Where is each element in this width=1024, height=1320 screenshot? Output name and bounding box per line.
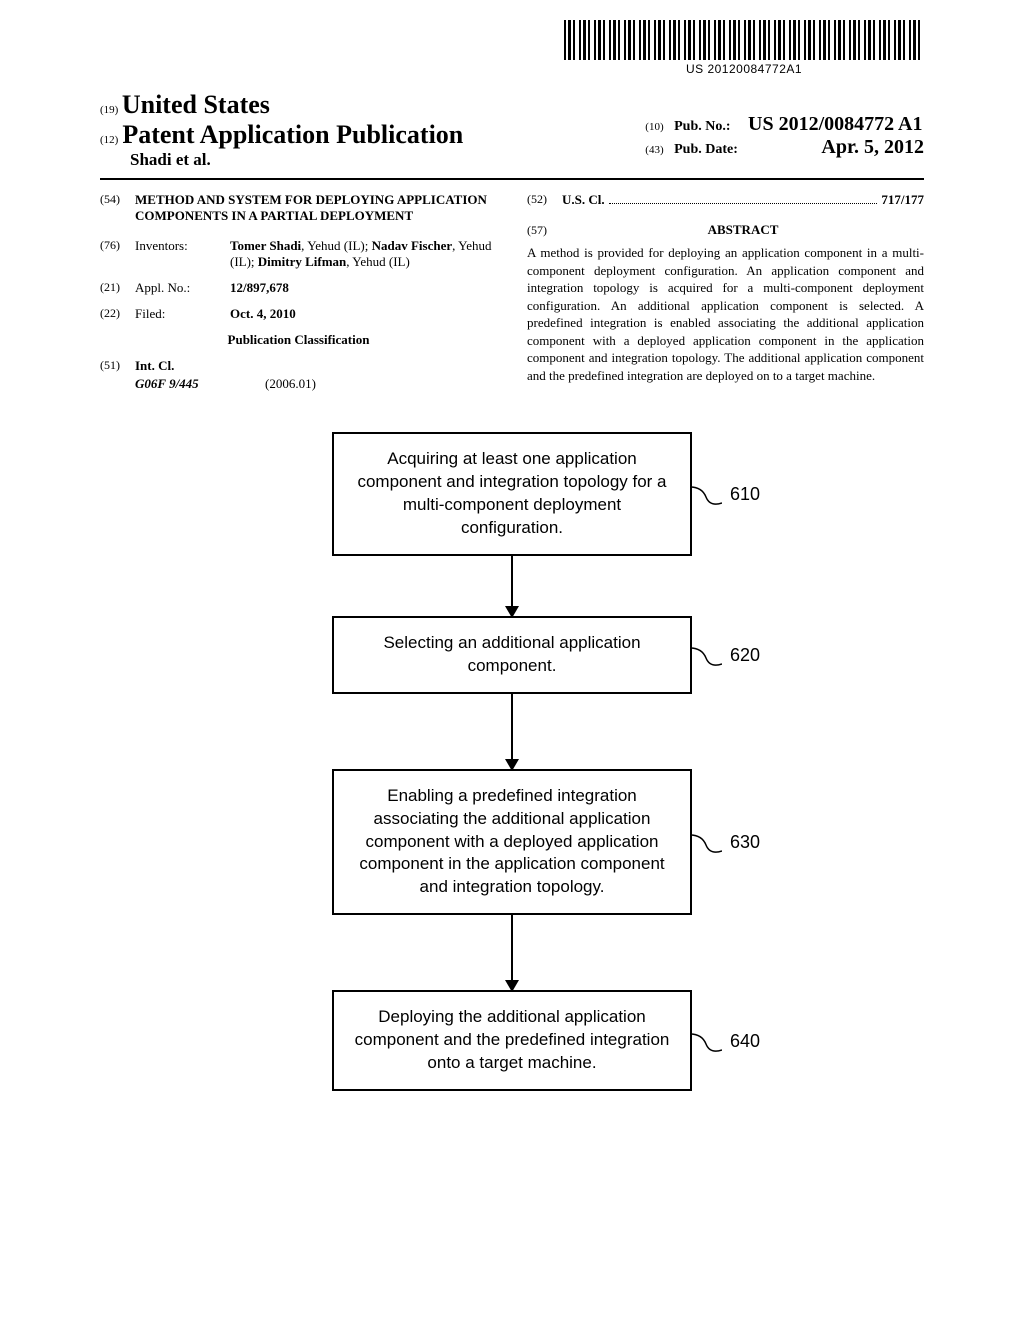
code-54: (54) (100, 192, 135, 224)
filed-row: (22) Filed: Oct. 4, 2010 (100, 306, 497, 322)
abstract-section: (57) ABSTRACT A method is provided for d… (527, 222, 924, 384)
us-cl-value: 717/177 (881, 192, 924, 208)
connector-curve-icon (690, 1026, 722, 1056)
int-cl-label: Int. Cl. (135, 358, 174, 374)
int-cl-year: (2006.01) (265, 376, 316, 392)
code-51: (51) (100, 358, 135, 374)
flow-label-3: 630 (730, 830, 760, 854)
code-21: (21) (100, 280, 135, 296)
code-19: (19) (100, 104, 118, 116)
inventors-label: Inventors: (135, 238, 230, 270)
flow-box-3: Enabling a predefined integration associ… (332, 769, 692, 916)
code-57: (57) (527, 223, 562, 238)
left-column: (54) METHOD AND SYSTEM FOR DEPLOYING APP… (100, 192, 497, 392)
us-cl-label: U.S. Cl. (562, 192, 605, 208)
dotted-leader (609, 192, 878, 204)
appl-no-label: Appl. No.: (135, 280, 230, 296)
connector-curve-icon (690, 640, 722, 670)
filed-value: Oct. 4, 2010 (230, 306, 497, 322)
int-cl-code: G06F 9/445 (135, 376, 265, 392)
pub-no-line: (10) Pub. No.: US 2012/0084772 A1 (645, 113, 924, 136)
us-cl-row: (52) U.S. Cl. 717/177 (527, 192, 924, 208)
flow-box-1: Acquiring at least one application compo… (332, 432, 692, 556)
code-52: (52) (527, 192, 562, 208)
int-cl-detail: G06F 9/445 (2006.01) (100, 376, 497, 392)
flow-label-1: 610 (730, 482, 760, 506)
flowchart: Acquiring at least one application compo… (100, 432, 924, 1091)
two-column-layout: (54) METHOD AND SYSTEM FOR DEPLOYING APP… (100, 192, 924, 392)
pub-date-label: Pub. Date: (674, 142, 738, 157)
abstract-heading: ABSTRACT (562, 222, 924, 238)
flow-box-4: Deploying the additional application com… (332, 990, 692, 1091)
flow-box-4-text: Deploying the additional application com… (355, 1007, 670, 1072)
inventors-row: (76) Inventors: Tomer Shadi, Yehud (IL);… (100, 238, 497, 270)
flow-label-4: 640 (730, 1029, 760, 1053)
code-10: (10) (645, 121, 663, 133)
title-section: (54) METHOD AND SYSTEM FOR DEPLOYING APP… (100, 192, 497, 224)
right-header: (10) Pub. No.: US 2012/0084772 A1 (43) P… (645, 113, 924, 159)
patent-title: METHOD AND SYSTEM FOR DEPLOYING APPLICAT… (135, 192, 497, 224)
arrow-down-icon (511, 694, 513, 769)
connector-curve-icon (690, 827, 722, 857)
barcode-number: US 20120084772A1 (564, 62, 924, 76)
abstract-text: A method is provided for deploying an ap… (527, 244, 924, 384)
pub-date-value: Apr. 5, 2012 (821, 136, 924, 158)
pub-type: Patent Application Publication (122, 120, 463, 150)
appl-no-value: 12/897,678 (230, 280, 497, 296)
flow-box-3-text: Enabling a predefined integration associ… (359, 786, 664, 897)
flow-box-2-text: Selecting an additional application comp… (383, 633, 640, 675)
inventors-value: Tomer Shadi, Yehud (IL); Nadav Fischer, … (230, 238, 497, 270)
barcode-image (564, 20, 924, 60)
pub-no-label: Pub. No.: (674, 119, 730, 134)
divider (100, 178, 924, 180)
code-43: (43) (645, 144, 663, 156)
pub-date-line: (43) Pub. Date: Apr. 5, 2012 (645, 136, 924, 159)
int-cl-row: (51) Int. Cl. (100, 358, 497, 374)
flow-box-1-text: Acquiring at least one application compo… (357, 449, 666, 537)
arrow-down-icon (511, 915, 513, 990)
code-22: (22) (100, 306, 135, 322)
code-12: (12) (100, 134, 118, 146)
arrow-down-icon (511, 556, 513, 616)
code-76: (76) (100, 238, 135, 270)
country: United States (122, 90, 270, 119)
flow-label-2: 620 (730, 643, 760, 667)
right-column: (52) U.S. Cl. 717/177 (57) ABSTRACT A me… (527, 192, 924, 392)
connector-curve-icon (690, 479, 722, 509)
flow-box-2: Selecting an additional application comp… (332, 616, 692, 694)
appl-no-row: (21) Appl. No.: 12/897,678 (100, 280, 497, 296)
pub-no-value: US 2012/0084772 A1 (748, 113, 922, 135)
filed-label: Filed: (135, 306, 230, 322)
pub-class-heading: Publication Classification (100, 332, 497, 348)
barcode-section: US 20120084772A1 (564, 20, 924, 76)
